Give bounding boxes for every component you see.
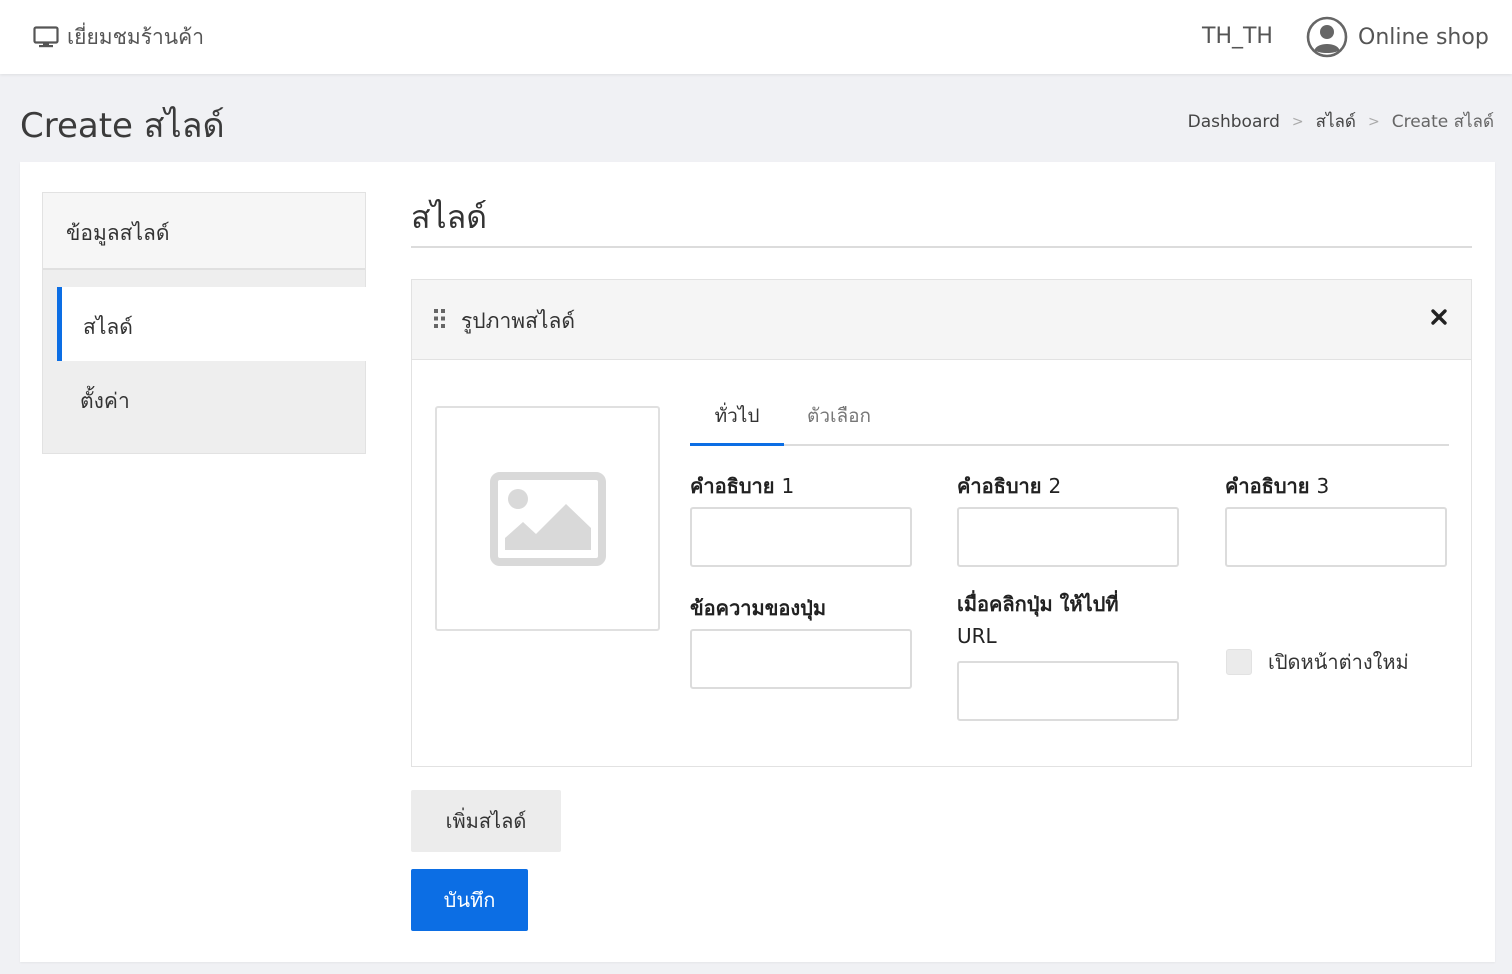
slide-image-upload[interactable] bbox=[435, 406, 660, 631]
section-title: สไลด์ bbox=[411, 198, 488, 236]
new-window-label: เปิดหน้าต่างใหม่ bbox=[1268, 650, 1409, 674]
slide-panel-title: รูปภาพสไลด์ bbox=[461, 309, 575, 333]
slide-panel: รูปภาพสไลด์ ทั่วไป ตัวเลือก คำอธิบาย 1 ค… bbox=[411, 279, 1472, 767]
close-icon[interactable] bbox=[1430, 308, 1448, 326]
user-menu[interactable]: Online shop bbox=[1306, 16, 1489, 58]
slide-panel-header: รูปภาพสไลด์ bbox=[412, 280, 1471, 360]
image-placeholder-icon bbox=[489, 471, 606, 566]
tab-general[interactable]: ทั่วไป bbox=[690, 398, 784, 446]
caption3-input[interactable] bbox=[1225, 507, 1447, 567]
button-url-label-suffix: URL bbox=[957, 624, 997, 648]
breadcrumb: Dashboard > สไลด์ > Create สไลด์ bbox=[1188, 108, 1494, 135]
breadcrumb-current: Create สไลด์ bbox=[1391, 112, 1494, 132]
desktop-icon bbox=[33, 26, 59, 48]
visit-shop-link[interactable]: เยี่ยมชมร้านค้า bbox=[33, 22, 204, 52]
caption1-label: คำอธิบาย 1 bbox=[690, 470, 794, 502]
slide-tabs: ทั่วไป ตัวเลือก bbox=[690, 390, 1449, 446]
caption1-input[interactable] bbox=[690, 507, 912, 567]
user-circle-icon bbox=[1306, 16, 1348, 58]
sidebar-item-settings[interactable]: ตั้งค่า bbox=[57, 365, 367, 439]
caption2-label-num: 2 bbox=[1048, 474, 1062, 498]
save-button[interactable]: บันทึก bbox=[411, 869, 528, 931]
sidebar-item-slides[interactable]: สไลด์ bbox=[57, 287, 367, 361]
user-name: Online shop bbox=[1358, 24, 1489, 50]
caption2-label-text: คำอธิบาย bbox=[957, 474, 1042, 498]
button-url-label: เมื่อคลิกปุ่ม ให้ไปที่ URL bbox=[957, 588, 1187, 652]
caption3-label: คำอธิบาย 3 bbox=[1225, 470, 1329, 502]
caption1-label-text: คำอธิบาย bbox=[690, 474, 775, 498]
breadcrumb-separator: > bbox=[1291, 113, 1304, 130]
caption3-label-num: 3 bbox=[1316, 474, 1330, 498]
top-bar: เยี่ยมชมร้านค้า TH_TH Online shop bbox=[0, 0, 1512, 74]
drag-handle-icon[interactable] bbox=[434, 309, 446, 329]
caption3-label-text: คำอธิบาย bbox=[1225, 474, 1310, 498]
sidebar-header: ข้อมูลสไลด์ bbox=[43, 193, 365, 270]
new-window-checkbox[interactable] bbox=[1226, 649, 1252, 675]
main-card: ข้อมูลสไลด์ สไลด์ ตั้งค่า สไลด์ รูปภาพสไ… bbox=[20, 162, 1495, 962]
visit-shop-label: เยี่ยมชมร้านค้า bbox=[67, 24, 204, 49]
caption2-input[interactable] bbox=[957, 507, 1179, 567]
language-selector[interactable]: TH_TH bbox=[1202, 24, 1273, 49]
caption1-label-num: 1 bbox=[781, 474, 795, 498]
breadcrumb-dashboard[interactable]: Dashboard bbox=[1188, 112, 1280, 132]
button-url-input[interactable] bbox=[957, 661, 1179, 721]
sidebar: ข้อมูลสไลด์ สไลด์ ตั้งค่า bbox=[42, 192, 367, 454]
section-divider bbox=[411, 246, 1472, 248]
button-url-label-text: เมื่อคลิกปุ่ม ให้ไปที่ bbox=[957, 592, 1119, 616]
breadcrumb-separator: > bbox=[1367, 113, 1380, 130]
new-window-option[interactable]: เปิดหน้าต่างใหม่ bbox=[1226, 646, 1409, 678]
breadcrumb-slides[interactable]: สไลด์ bbox=[1316, 108, 1356, 135]
page-title: Create สไลด์ bbox=[20, 106, 225, 146]
caption2-label: คำอธิบาย 2 bbox=[957, 470, 1061, 502]
add-slide-button[interactable]: เพิ่มสไลด์ bbox=[411, 790, 561, 852]
tab-options[interactable]: ตัวเลือก bbox=[807, 398, 871, 444]
button-text-input[interactable] bbox=[690, 629, 912, 689]
button-text-label: ข้อความของปุ่ม bbox=[690, 596, 827, 620]
